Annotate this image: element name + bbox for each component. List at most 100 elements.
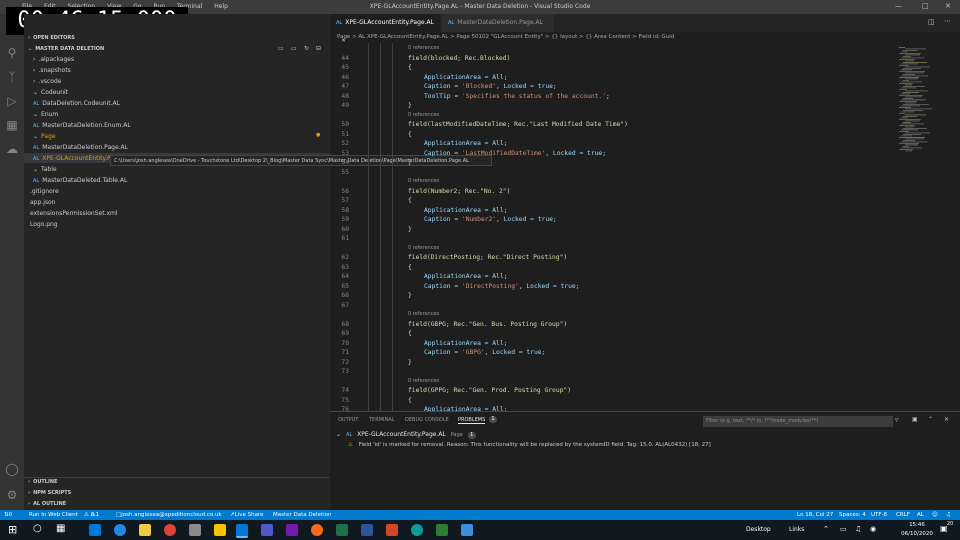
app-icon-sticky[interactable] xyxy=(214,524,226,536)
tree-item[interactable]: AL DataDeletion.Codeunit.AL xyxy=(33,100,120,107)
tree-item[interactable]: .gitignore xyxy=(30,188,59,195)
tree-item[interactable]: AL MasterDataDeletion.Enum.AL xyxy=(33,122,131,129)
app-icon-app[interactable] xyxy=(436,524,448,536)
code-editor[interactable]: 0 references 44 field(blocked; Rec.Blocked… xyxy=(330,43,895,411)
minimize-icon[interactable]: — xyxy=(895,2,902,10)
outline-header[interactable]: › OUTLINE xyxy=(28,479,57,485)
tab-masterdatadeletion[interactable]: AL MasterDataDeletion.Page.AL xyxy=(442,14,554,32)
language-mode[interactable]: AL xyxy=(917,510,924,520)
project-header[interactable]: ⌄ MASTER DATA DELETION xyxy=(28,46,104,52)
maximize-panel-icon[interactable]: ⌃ xyxy=(928,416,933,423)
run-icon[interactable]: ▷ xyxy=(5,94,19,108)
code-lens-references[interactable]: 0 references xyxy=(408,245,439,251)
npm-scripts-header[interactable]: › NPM SCRIPTS xyxy=(28,490,71,496)
tree-item[interactable]: › .vscode xyxy=(33,78,61,85)
extensions-icon[interactable]: ▦ xyxy=(5,118,19,132)
tree-item[interactable]: › .alpackages xyxy=(33,56,74,63)
more-actions-icon[interactable]: ⋯ xyxy=(944,17,951,25)
tree-item[interactable]: ⌄ Enum xyxy=(33,111,58,118)
app-icon-edge[interactable] xyxy=(114,524,126,536)
cursor-position[interactable]: Ln 18, Col 27 xyxy=(797,510,833,520)
tray-volume-icon[interactable]: ♫ xyxy=(855,525,861,533)
problem-message-row[interactable]: ⚠ Field 'id' is marked for removal. Reas… xyxy=(348,442,711,448)
account-icon[interactable]: ◯ xyxy=(5,462,19,476)
app-icon-word[interactable] xyxy=(361,524,373,536)
close-panel-icon[interactable]: ✕ xyxy=(944,416,949,423)
minimap[interactable] xyxy=(895,43,949,411)
app-icon-teams[interactable] xyxy=(261,524,273,536)
filter-icon[interactable]: ▿ xyxy=(895,416,899,424)
search-icon[interactable]: ⚲ xyxy=(5,46,19,60)
clock-time[interactable]: 15:46 xyxy=(902,522,932,528)
task-view-icon[interactable]: ▦ xyxy=(56,523,65,534)
tree-item[interactable]: AL MasterDataDeleted.Table.AL xyxy=(33,177,127,184)
app-icon-powerpoint[interactable] xyxy=(386,524,398,536)
notifications-bell-icon[interactable]: ♫ xyxy=(946,510,951,520)
close-icon[interactable]: ✕ xyxy=(945,2,951,10)
desktop-toolbar[interactable]: Desktop xyxy=(746,526,771,533)
new-folder-icon[interactable]: ▭ xyxy=(291,45,297,52)
tree-item[interactable]: ⌄ Table xyxy=(33,166,57,173)
git-sync-status[interactable]: ⇅ 0 xyxy=(4,510,12,520)
app-icon-store[interactable] xyxy=(89,524,101,536)
tree-item[interactable]: app.json xyxy=(30,199,55,206)
tree-item[interactable]: AL MasterDataDeletion.Page.AL xyxy=(33,144,128,151)
collapse-all-icon[interactable]: ⊟ xyxy=(316,45,321,52)
app-icon-excel[interactable] xyxy=(336,524,348,536)
minimap-line xyxy=(903,56,911,57)
account-status[interactable]: □ josh.anglesea@xpeditioncloud.co.uk xyxy=(116,510,222,520)
clock-date[interactable]: 06/10/2020 xyxy=(899,531,935,537)
al-outline-header[interactable]: › AL OUTLINE xyxy=(28,501,66,507)
code-lens-references[interactable]: 0 references xyxy=(408,178,439,184)
app-icon-settings[interactable] xyxy=(461,524,473,536)
app-icon-vscode[interactable] xyxy=(236,524,248,538)
feedback-icon[interactable]: ☺ xyxy=(932,510,938,520)
remote-icon[interactable]: ☁ xyxy=(5,142,19,156)
tree-item[interactable]: ⌄ Page xyxy=(33,133,56,140)
editor-scrollbar[interactable] xyxy=(951,43,960,411)
code-lens-references[interactable]: 0 references xyxy=(408,378,439,384)
tab-debug-console[interactable]: DEBUG CONSOLE xyxy=(405,417,449,423)
source-control-icon[interactable]: ᛉ xyxy=(5,70,19,84)
app-icon-snip[interactable] xyxy=(189,524,201,536)
app-icon-onenote[interactable] xyxy=(286,524,298,536)
project-status[interactable]: Master Data Deletion xyxy=(273,510,331,520)
breadcrumb[interactable]: Page > AL XPE-GLAccountEntity.Page.AL > … xyxy=(330,32,960,43)
line-ending[interactable]: CRLF xyxy=(896,510,910,520)
code-lens-references[interactable]: 0 references xyxy=(408,112,439,118)
split-editor-icon[interactable]: ◫ xyxy=(928,18,935,26)
windows-start-icon[interactable]: ⊞ xyxy=(8,523,17,536)
problem-file-row[interactable]: ⌄ AL XPE-GLAccountEntity.Page.AL Page 1 xyxy=(336,431,476,439)
indentation[interactable]: Spaces: 4 xyxy=(839,510,866,520)
search-taskbar-icon[interactable]: ○ xyxy=(33,523,42,534)
tray-chevron-icon[interactable]: ⌃ xyxy=(823,525,829,533)
tab-xpe-glaccountentity[interactable]: AL XPE-GLAccountEntity.Page.AL ✕ xyxy=(330,14,440,44)
tab-output[interactable]: OUTPUT xyxy=(338,417,358,423)
problems-filter-input[interactable]: Filter (e.g. text, **/*.ts, !**/node_mod… xyxy=(703,416,893,427)
code-lens-references[interactable]: 0 references xyxy=(408,45,439,51)
maximize-icon[interactable]: □ xyxy=(922,2,929,10)
tree-item[interactable]: extensionsPermissionSet.xml xyxy=(30,210,118,217)
encoding[interactable]: UTF-8 xyxy=(871,510,887,520)
tray-language-icon[interactable]: ◉ xyxy=(870,525,876,533)
problems-status[interactable]: ⚠ 0 ⚠ 1 xyxy=(84,510,99,520)
app-icon-chrome[interactable] xyxy=(164,524,176,536)
tab-terminal[interactable]: TERMINAL xyxy=(369,417,394,423)
tray-network-icon[interactable]: ▭ xyxy=(840,525,847,533)
run-in-web-client-button[interactable]: Run In Web Client xyxy=(29,510,78,520)
collapse-icon[interactable]: ▣ xyxy=(912,416,918,423)
tree-item[interactable]: › .snapshots xyxy=(33,67,71,74)
new-file-icon[interactable]: ▭ xyxy=(278,45,284,52)
tab-problems[interactable]: PROBLEMS xyxy=(458,417,486,424)
links-toolbar[interactable]: Links xyxy=(789,526,804,533)
tree-item[interactable]: Logo.png xyxy=(30,221,58,228)
settings-gear-icon[interactable]: ⚙ xyxy=(5,488,19,502)
tree-item[interactable]: ⌄ Codeunit xyxy=(33,89,68,96)
app-icon-skype[interactable] xyxy=(411,524,423,536)
open-editors-header[interactable]: › OPEN EDITORS xyxy=(28,35,75,41)
refresh-icon[interactable]: ↻ xyxy=(304,45,309,52)
code-lens-references[interactable]: 0 references xyxy=(408,311,439,317)
live-share-button[interactable]: ↗ Live Share xyxy=(230,510,263,520)
app-icon-firefox[interactable] xyxy=(311,524,323,536)
app-icon-explorer[interactable] xyxy=(139,524,151,536)
